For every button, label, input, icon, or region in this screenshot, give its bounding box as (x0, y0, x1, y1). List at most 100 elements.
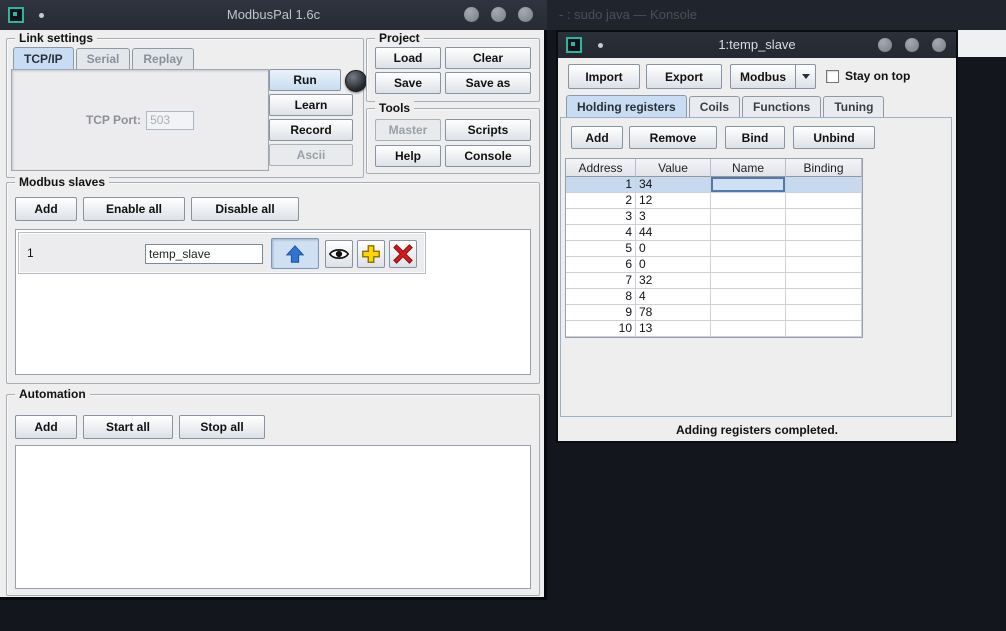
enable-all-button[interactable]: Enable all (83, 197, 185, 221)
cell-binding[interactable] (786, 209, 862, 225)
table-row[interactable]: 33 (566, 209, 862, 225)
cell-value[interactable]: 3 (636, 209, 711, 225)
table-row[interactable]: 1013 (566, 321, 862, 337)
maximize-button[interactable] (491, 7, 506, 22)
cell-value[interactable]: 34 (636, 177, 711, 193)
cell-address[interactable]: 4 (566, 225, 636, 241)
table-row[interactable]: 84 (566, 289, 862, 305)
tab-holding-registers[interactable]: Holding registers (566, 95, 687, 117)
konsole-titlebar[interactable]: - : sudo java — Konsole (547, 0, 1006, 30)
table-row[interactable]: 444 (566, 225, 862, 241)
col-header-name[interactable]: Name (711, 159, 786, 177)
export-button[interactable]: Export (646, 64, 722, 89)
disable-all-button[interactable]: Disable all (191, 197, 299, 221)
cell-value[interactable]: 32 (636, 273, 711, 289)
cell-name[interactable] (711, 321, 786, 337)
console-button[interactable]: Console (445, 145, 531, 167)
cell-binding[interactable] (786, 241, 862, 257)
cell-name[interactable] (711, 225, 786, 241)
cell-binding[interactable] (786, 177, 862, 193)
cell-name[interactable] (711, 209, 786, 225)
close-button[interactable] (518, 7, 533, 22)
clear-button[interactable]: Clear (445, 47, 531, 69)
register-unbind-button[interactable]: Unbind (793, 126, 875, 149)
table-row[interactable]: 50 (566, 241, 862, 257)
col-header-address[interactable]: Address (566, 159, 636, 177)
cell-value[interactable]: 44 (636, 225, 711, 241)
tab-replay[interactable]: Replay (132, 48, 193, 69)
cell-value[interactable]: 4 (636, 289, 711, 305)
cell-address[interactable]: 5 (566, 241, 636, 257)
tcp-port-field[interactable] (146, 111, 194, 130)
register-remove-button[interactable]: Remove (629, 126, 717, 149)
save-button[interactable]: Save (375, 72, 441, 94)
automation-add-button[interactable]: Add (15, 415, 77, 439)
tab-tcpip[interactable]: TCP/IP (13, 47, 74, 69)
cell-name[interactable] (711, 289, 786, 305)
minimize-button[interactable] (464, 7, 479, 22)
cell-binding[interactable] (786, 305, 862, 321)
maximize-button[interactable] (905, 38, 919, 52)
cell-name[interactable] (711, 177, 786, 193)
cell-address[interactable]: 7 (566, 273, 636, 289)
cell-binding[interactable] (786, 273, 862, 289)
cell-value[interactable]: 78 (636, 305, 711, 321)
import-button[interactable]: Import (568, 64, 640, 89)
cell-value[interactable]: 13 (636, 321, 711, 337)
cell-address[interactable]: 10 (566, 321, 636, 337)
cell-name[interactable] (711, 193, 786, 209)
cell-address[interactable]: 3 (566, 209, 636, 225)
slave-name-field[interactable] (145, 244, 263, 264)
register-add-button[interactable]: Add (571, 126, 623, 149)
load-button[interactable]: Load (375, 47, 441, 69)
register-bind-button[interactable]: Bind (725, 126, 785, 149)
tab-functions[interactable]: Functions (742, 96, 821, 117)
cell-address[interactable]: 8 (566, 289, 636, 305)
run-button[interactable]: Run (269, 69, 341, 91)
cell-value[interactable]: 12 (636, 193, 711, 209)
cell-name[interactable] (711, 257, 786, 273)
cell-binding[interactable] (786, 289, 862, 305)
stop-all-button[interactable]: Stop all (179, 415, 265, 439)
table-row[interactable]: 732 (566, 273, 862, 289)
tab-tuning[interactable]: Tuning (823, 96, 884, 117)
cell-binding[interactable] (786, 257, 862, 273)
tab-coils[interactable]: Coils (689, 96, 740, 117)
cell-name[interactable] (711, 273, 786, 289)
col-header-binding[interactable]: Binding (786, 159, 862, 177)
minimize-button[interactable] (878, 38, 892, 52)
slave-row[interactable]: 1 (18, 232, 426, 274)
table-row[interactable]: 134 (566, 177, 862, 193)
table-row[interactable]: 60 (566, 257, 862, 273)
close-button[interactable] (932, 38, 946, 52)
cell-address[interactable]: 9 (566, 305, 636, 321)
record-button[interactable]: Record (269, 119, 353, 141)
slave-show-button[interactable] (325, 240, 353, 268)
slave-add-button[interactable]: Add (15, 197, 77, 221)
slave-window-titlebar[interactable]: 1:temp_slave (558, 32, 956, 58)
save-as-button[interactable]: Save as (445, 72, 531, 94)
slave-enable-toggle[interactable] (271, 238, 319, 269)
scripts-button[interactable]: Scripts (445, 119, 531, 141)
cell-address[interactable]: 2 (566, 193, 636, 209)
learn-button[interactable]: Learn (269, 94, 353, 116)
cell-value[interactable]: 0 (636, 257, 711, 273)
stay-on-top-checkbox[interactable] (826, 70, 839, 83)
implementation-select[interactable]: Modbus (730, 64, 816, 89)
help-button[interactable]: Help (375, 145, 441, 167)
cell-address[interactable]: 6 (566, 257, 636, 273)
main-window-titlebar[interactable]: ModbusPal 1.6c (0, 0, 547, 30)
cell-address[interactable]: 1 (566, 177, 636, 193)
cell-name[interactable] (711, 241, 786, 257)
cell-binding[interactable] (786, 321, 862, 337)
cell-binding[interactable] (786, 193, 862, 209)
cell-binding[interactable] (786, 225, 862, 241)
col-header-value[interactable]: Value (636, 159, 711, 177)
slave-duplicate-button[interactable] (357, 240, 385, 268)
cell-name[interactable] (711, 305, 786, 321)
tab-serial[interactable]: Serial (76, 48, 131, 69)
cell-value[interactable]: 0 (636, 241, 711, 257)
start-all-button[interactable]: Start all (83, 415, 173, 439)
table-row[interactable]: 212 (566, 193, 862, 209)
slave-delete-button[interactable] (389, 240, 417, 268)
